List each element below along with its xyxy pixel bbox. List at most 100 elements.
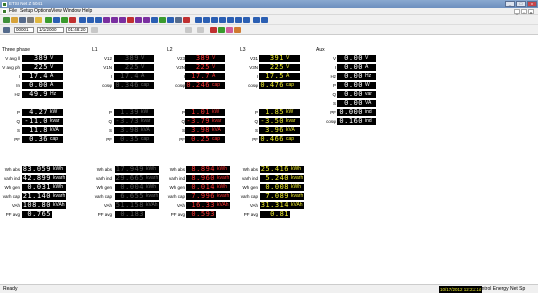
l3-value: 391 xyxy=(259,55,285,62)
stop-icon[interactable] xyxy=(183,17,190,23)
menu-view[interactable]: View xyxy=(51,8,62,15)
l1-value: 3.98 xyxy=(114,127,140,134)
l2-energy-label: VAh xyxy=(176,203,185,208)
export-icon[interactable] xyxy=(159,17,166,23)
three-label: PF xyxy=(14,137,20,142)
pause-icon[interactable] xyxy=(219,17,226,23)
next-icon[interactable] xyxy=(227,17,234,23)
counter-icon[interactable] xyxy=(135,17,142,23)
mdi-close-button[interactable]: x xyxy=(528,9,534,15)
l3-unit: V xyxy=(285,64,300,71)
flag-icon[interactable] xyxy=(226,27,233,33)
note-icon[interactable] xyxy=(234,27,241,33)
l2-label: V2N xyxy=(176,65,185,70)
tile-icon[interactable] xyxy=(261,17,268,23)
l2-energy-unit: kvarh xyxy=(216,175,230,182)
l3-energy-label: varh cap xyxy=(240,194,258,199)
last-icon[interactable] xyxy=(243,17,250,23)
section-l1: L1 xyxy=(92,47,98,53)
mdi-restore-button[interactable]: ▫ xyxy=(521,9,527,15)
first-icon[interactable] xyxy=(195,17,202,23)
energy-icon[interactable] xyxy=(119,17,126,23)
menu-bar: File Setup Options View Window Help _ ▫ … xyxy=(0,8,538,15)
minimize-button[interactable]: _ xyxy=(505,1,515,7)
mdi-minimize-button[interactable]: _ xyxy=(514,9,520,15)
maximize-button[interactable]: □ xyxy=(516,1,526,7)
table-icon[interactable] xyxy=(45,17,52,23)
l3-value: 1.85 xyxy=(259,109,285,116)
calendar-icon[interactable] xyxy=(91,27,98,33)
new-icon[interactable] xyxy=(3,17,10,23)
alarm-icon[interactable] xyxy=(127,17,134,23)
rewind-icon[interactable] xyxy=(203,17,210,23)
main-toolbar xyxy=(0,15,538,25)
three-label: S xyxy=(16,128,20,133)
l1-energy-unit: kWh xyxy=(145,166,159,173)
log-icon[interactable] xyxy=(87,17,94,23)
window-icon[interactable] xyxy=(253,17,260,23)
time-field[interactable]: 01:48:20 xyxy=(66,27,88,33)
l1-energy-label: PF avg xyxy=(97,212,112,217)
list-icon[interactable] xyxy=(197,27,204,33)
three-value: 225 xyxy=(22,64,49,71)
date-field[interactable]: 1/1/2000 xyxy=(37,27,64,33)
chart-icon[interactable] xyxy=(61,17,68,23)
l1-value: 1.39 xyxy=(114,109,140,116)
l2-energy-unit: kvarh xyxy=(216,193,230,200)
aux-unit: ind xyxy=(364,118,376,125)
device-number-field[interactable]: 00001 xyxy=(14,27,34,33)
l1-energy-label: VAh xyxy=(103,203,112,208)
l1-energy-value: 29.665 xyxy=(115,175,145,182)
grid-icon[interactable] xyxy=(53,17,60,23)
help-icon[interactable] xyxy=(35,17,42,23)
l3-label: I xyxy=(256,74,258,79)
menu-file[interactable]: File xyxy=(9,8,17,15)
play-icon[interactable] xyxy=(218,27,225,33)
connect-icon[interactable] xyxy=(3,27,10,33)
report-icon[interactable] xyxy=(151,17,158,23)
l2-label: S xyxy=(181,128,185,133)
import-icon[interactable] xyxy=(167,17,174,23)
device-toolbar: 00001 1/1/2000 01:48:20 xyxy=(0,25,538,35)
wave-icon[interactable] xyxy=(103,17,110,23)
meter-icon[interactable] xyxy=(143,17,150,23)
close-button[interactable]: x xyxy=(527,1,537,7)
trend-icon[interactable] xyxy=(79,17,86,23)
l2-unit: cap xyxy=(211,136,225,143)
l1-unit: V xyxy=(140,55,154,62)
l1-energy-label: Wh gen xyxy=(96,185,112,190)
l1-energy-value: 0.004 xyxy=(115,184,145,191)
menu-setup[interactable]: Setup xyxy=(20,8,33,15)
device-icon[interactable] xyxy=(175,17,182,23)
l3-label: PF xyxy=(252,137,258,142)
menu-window[interactable]: Window xyxy=(63,8,81,15)
previous-icon[interactable] xyxy=(211,17,218,23)
menu-help[interactable]: Help xyxy=(82,8,92,15)
settings-icon[interactable] xyxy=(27,17,34,23)
l2-value: 0.246 xyxy=(185,82,211,89)
three-unit: kvar xyxy=(49,118,63,125)
aux-value: 0.160 xyxy=(337,118,364,125)
l3-value: 0.466 xyxy=(259,136,285,143)
phasor-icon[interactable] xyxy=(111,17,118,23)
open-icon[interactable] xyxy=(11,17,18,23)
l1-unit: cap xyxy=(140,136,154,143)
l1-label: Q xyxy=(108,119,112,124)
l2-energy-value: 7.996 xyxy=(186,193,216,200)
record-icon[interactable] xyxy=(210,27,217,33)
title-bar: ETSI Net Z 5041 _ □ x xyxy=(0,0,538,8)
l1-label: V12 xyxy=(103,56,112,61)
l3-energy-value: 5.240 xyxy=(260,175,290,182)
menu-options[interactable]: Options xyxy=(34,8,51,15)
bar-chart-icon[interactable] xyxy=(69,17,76,23)
three-label: P xyxy=(16,110,20,115)
refresh-icon[interactable] xyxy=(185,27,192,33)
l3-unit: cap xyxy=(285,136,300,143)
l3-value: 0.476 xyxy=(259,82,285,89)
l1-value: 17.4 xyxy=(114,73,140,80)
document-icon xyxy=(2,9,7,14)
three-energy-label: PF avg xyxy=(5,212,20,217)
forward-icon[interactable] xyxy=(235,17,242,23)
print-icon[interactable] xyxy=(19,17,26,23)
harmonics-icon[interactable] xyxy=(95,17,102,23)
